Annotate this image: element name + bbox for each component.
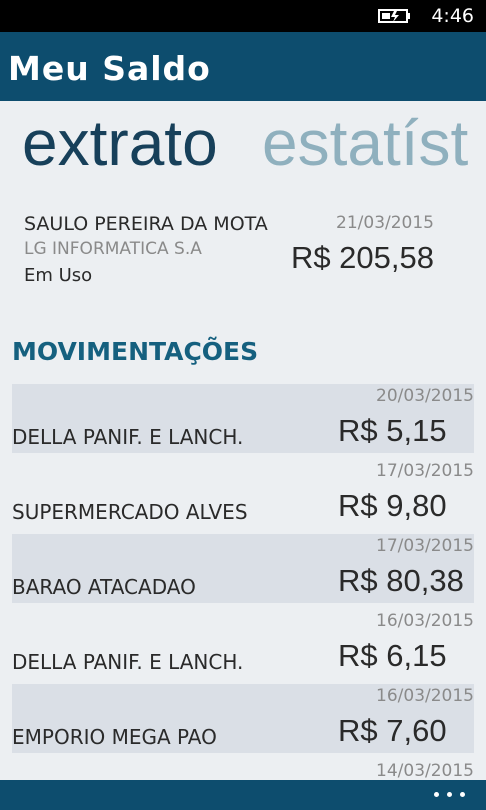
- transaction-row[interactable]: 16/03/2015 EMPORIO MEGA PAO R$ 7,60: [12, 684, 474, 753]
- account-holder: SAULO PEREIRA DA MOTA: [24, 213, 268, 235]
- status-bar: 4:46: [0, 0, 486, 32]
- app-title: Meu Saldo: [8, 49, 211, 88]
- more-dots-icon[interactable]: [430, 780, 470, 810]
- battery-charging-icon: [378, 9, 410, 23]
- transaction-amount: R$ 9,80: [338, 488, 447, 523]
- transaction-row[interactable]: 17/03/2015 SUPERMERCADO ALVES R$ 9,80: [12, 459, 474, 528]
- transaction-amount: R$ 6,15: [338, 638, 447, 673]
- app-header: Meu Saldo: [0, 32, 486, 101]
- transaction-description: BARAO ATACADAO: [12, 575, 196, 599]
- movements-title: MOVIMENTAÇÕES: [12, 337, 259, 366]
- transaction-date: 16/03/2015: [376, 686, 474, 706]
- transaction-date: 16/03/2015: [376, 611, 474, 631]
- transaction-date: 17/03/2015: [376, 536, 474, 556]
- transaction-date: 17/03/2015: [376, 461, 474, 481]
- transaction-description: DELLA PANIF. E LANCH.: [12, 650, 244, 674]
- tab-extrato[interactable]: extrato: [22, 104, 218, 182]
- account-balance: R$ 205,58: [290, 240, 434, 275]
- transaction-date: 14/03/2015: [376, 761, 474, 780]
- app-bar: [0, 780, 486, 810]
- account-date: 21/03/2015: [336, 213, 434, 233]
- transaction-description: SUPERMERCADO ALVES: [12, 500, 248, 524]
- transaction-row[interactable]: 17/03/2015 BARAO ATACADAO R$ 80,38: [12, 534, 474, 603]
- transaction-amount: R$ 7,60: [338, 713, 447, 748]
- clock: 4:46: [431, 5, 474, 27]
- transaction-list[interactable]: 20/03/2015 DELLA PANIF. E LANCH. R$ 5,15…: [12, 384, 474, 780]
- transaction-date: 20/03/2015: [376, 386, 474, 406]
- pivot-header: extrato estatíst: [0, 104, 486, 182]
- transaction-row[interactable]: 14/03/2015: [12, 759, 474, 780]
- transaction-amount: R$ 80,38: [338, 563, 464, 598]
- transaction-description: DELLA PANIF. E LANCH.: [12, 425, 244, 449]
- transaction-amount: R$ 5,15: [338, 413, 447, 448]
- account-status: Em Uso: [24, 265, 93, 286]
- transaction-row[interactable]: 16/03/2015 DELLA PANIF. E LANCH. R$ 6,15: [12, 609, 474, 678]
- tab-estatisticas[interactable]: estatíst: [262, 104, 468, 182]
- transaction-row[interactable]: 20/03/2015 DELLA PANIF. E LANCH. R$ 5,15: [12, 384, 474, 453]
- account-company: LG INFORMATICA S.A: [24, 239, 202, 259]
- account-card[interactable]: SAULO PEREIRA DA MOTA LG INFORMATICA S.A…: [0, 200, 486, 300]
- transaction-description: EMPORIO MEGA PAO: [12, 725, 217, 749]
